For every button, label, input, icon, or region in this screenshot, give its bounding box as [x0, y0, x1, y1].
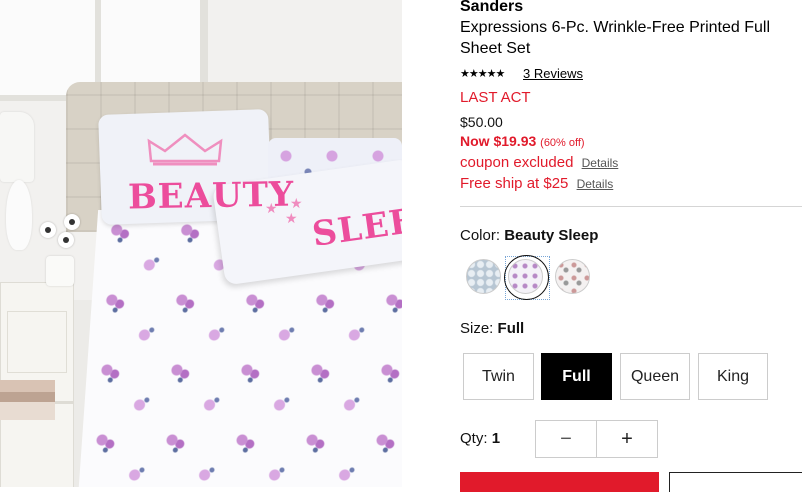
shipping-text: Free ship at $25 — [460, 175, 569, 192]
star-icon: ★ — [265, 200, 278, 216]
size-option-full[interactable]: Full — [541, 353, 612, 400]
photo-books — [0, 380, 55, 420]
coupon-text: coupon excluded — [460, 154, 574, 171]
photo-lamp-base — [6, 180, 32, 250]
reviews-link[interactable]: 3 Reviews — [523, 66, 583, 81]
selected-size-name: Full — [497, 320, 525, 337]
coupon-details-link[interactable]: Details — [582, 156, 619, 170]
quantity-label: Qty: 1 — [460, 430, 500, 447]
add-to-bag-button[interactable] — [460, 472, 659, 492]
size-label: Size: Full — [460, 320, 524, 337]
color-swatch-beauty-sleep[interactable] — [508, 259, 543, 294]
selected-color-name: Beauty Sleep — [504, 227, 599, 244]
increase-quantity-button[interactable]: + — [598, 421, 656, 457]
last-act-badge: LAST ACT — [460, 89, 531, 106]
decrease-quantity-button[interactable]: − — [537, 421, 595, 457]
photo-flower — [58, 232, 74, 248]
size-label-text: Size: — [460, 320, 494, 337]
quantity-value: 1 — [491, 430, 501, 447]
product-title: Expressions 6-Pc. Wrinkle-Free Printed F… — [460, 19, 771, 57]
size-option-queen[interactable]: Queen — [620, 353, 690, 400]
photo-flower — [64, 214, 80, 230]
size-option-twin[interactable]: Twin — [463, 353, 534, 400]
photo-lamp-shade — [0, 112, 34, 182]
sale-price-line: Now $19.93 (60% off) — [460, 133, 585, 149]
discount-percent: (60% off) — [540, 137, 585, 149]
now-price: Now $19.93 — [460, 133, 537, 149]
photo-flower — [40, 222, 56, 238]
size-option-king[interactable]: King — [698, 353, 768, 400]
star-icon: ★ — [290, 195, 303, 211]
shipping-details-link[interactable]: Details — [577, 177, 614, 191]
color-label: Color: Beauty Sleep — [460, 227, 598, 244]
rating-stars-icon: ★★★★★ — [460, 68, 505, 80]
original-price: $50.00 — [460, 114, 503, 130]
color-swatch-multi-dot[interactable] — [555, 259, 590, 294]
brand-name[interactable]: Sanders — [460, 0, 523, 16]
coupon-info: coupon excluded Details — [460, 154, 618, 171]
star-icon: ★ — [285, 210, 298, 226]
photo-vase — [46, 256, 74, 286]
quantity-label-text: Qty: — [460, 430, 488, 447]
crown-icon — [147, 133, 223, 166]
shipping-info: Free ship at $25 Details — [460, 175, 613, 192]
product-image[interactable]: BEAUTY ★ ★ ★ SLEEP — [0, 0, 402, 487]
color-swatch-light-blue[interactable] — [466, 259, 501, 294]
color-label-text: Color: — [460, 227, 501, 244]
section-divider — [460, 206, 802, 207]
quantity-stepper-divider — [596, 421, 597, 457]
add-to-list-button[interactable] — [669, 472, 802, 492]
photo-drawer — [7, 311, 67, 373]
